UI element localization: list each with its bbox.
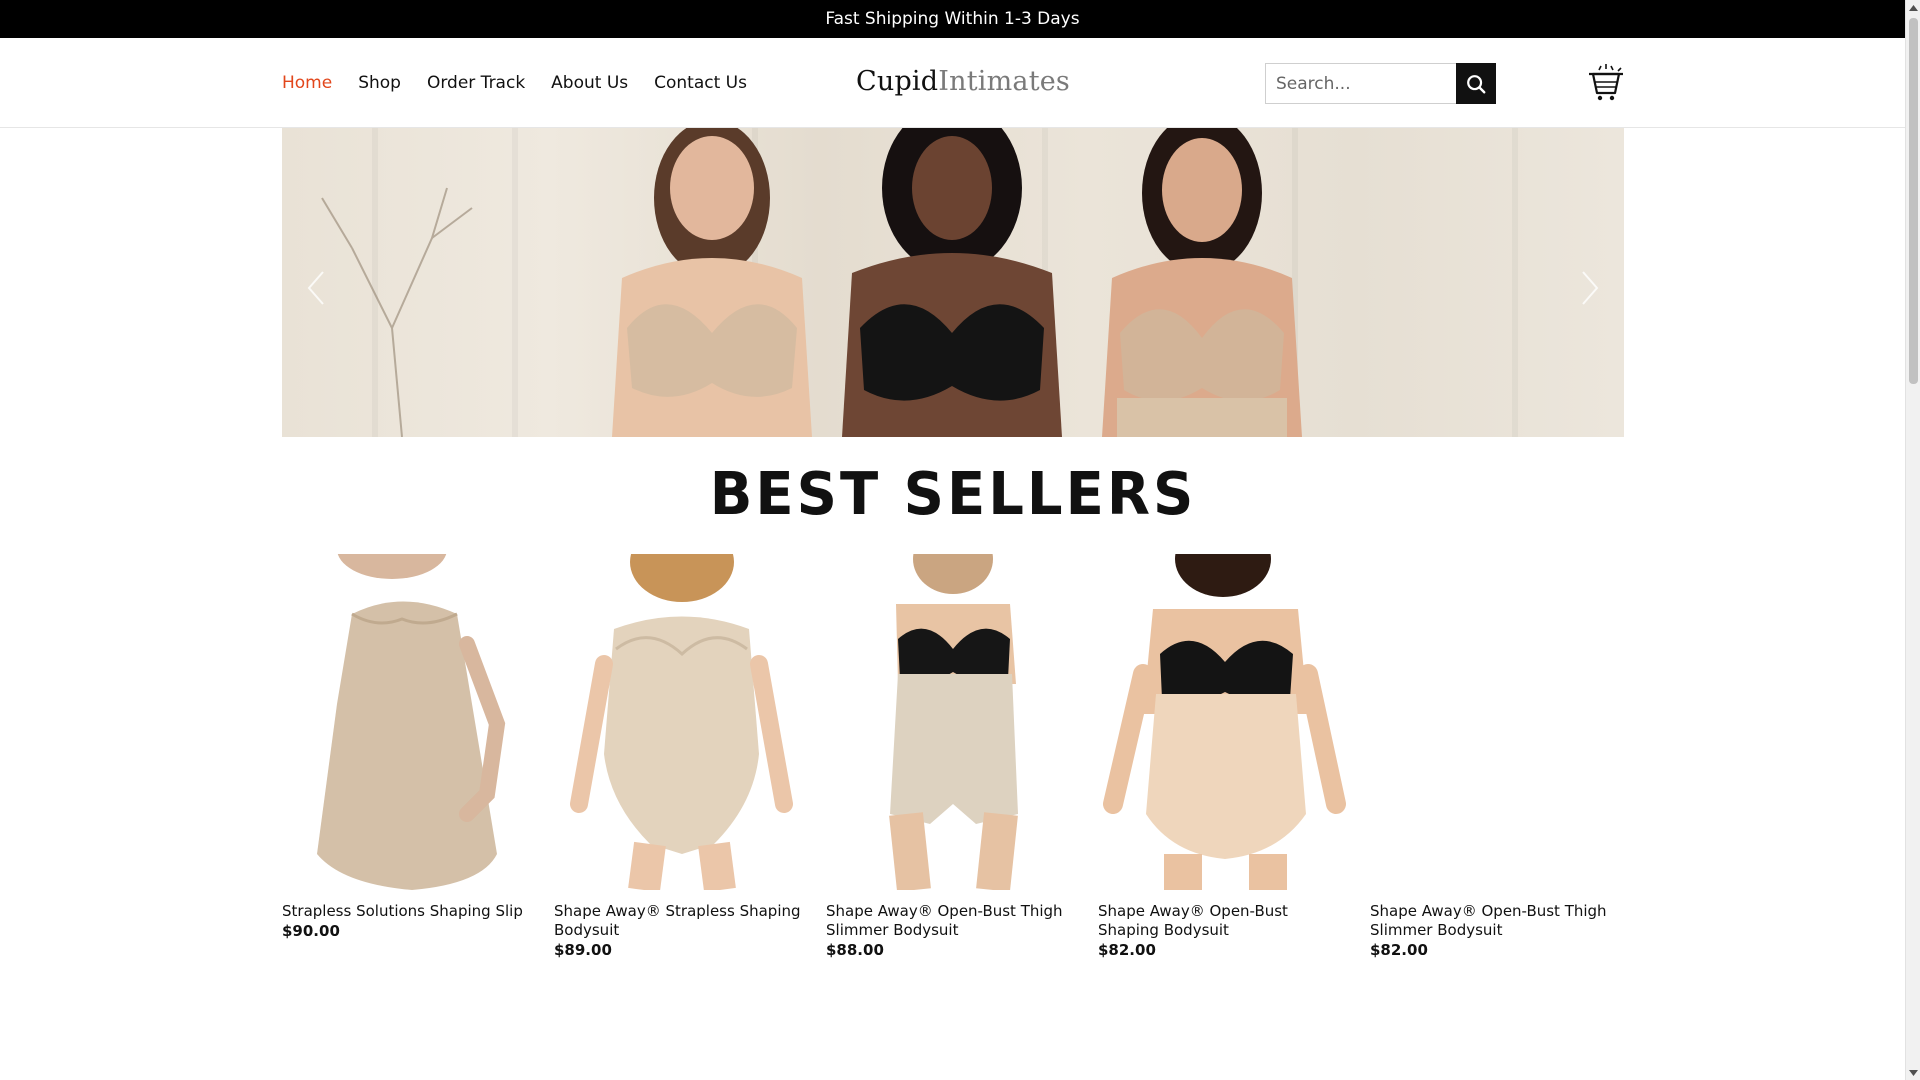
- search-input[interactable]: [1265, 63, 1456, 104]
- site-header: Home Shop Order Track About Us Contact U…: [0, 38, 1905, 128]
- product-price: $82.00: [1370, 941, 1428, 959]
- product-image[interactable]: [826, 554, 1080, 890]
- hero-image: [321, 128, 1302, 437]
- nav-shop[interactable]: Shop: [358, 73, 401, 93]
- cart-button[interactable]: [1588, 62, 1624, 102]
- search-icon: [1467, 74, 1486, 93]
- product-image[interactable]: [1098, 554, 1352, 890]
- search-button[interactable]: [1456, 63, 1496, 104]
- product-image[interactable]: [554, 554, 808, 890]
- logo-text-primary: Cupid: [856, 66, 939, 97]
- scroll-down-arrow[interactable]: [1906, 1065, 1920, 1080]
- nav-home[interactable]: Home: [282, 73, 332, 93]
- nav-order-track[interactable]: Order Track: [427, 73, 525, 93]
- page: Fast Shipping Within 1-3 Days Home Shop …: [0, 0, 1920, 1080]
- product-price: $88.00: [826, 941, 884, 959]
- product-name[interactable]: Shape Away® Open-Bust Thigh Slimmer Body…: [1370, 902, 1624, 940]
- product-card[interactable]: Shape Away® Open-Bust Shaping Bodysuit $…: [1098, 554, 1352, 959]
- nav-contact-us[interactable]: Contact Us: [654, 73, 747, 93]
- main-nav: Home Shop Order Track About Us Contact U…: [282, 38, 747, 128]
- product-name[interactable]: Shape Away® Strapless Shaping Bodysuit: [554, 902, 808, 940]
- hero-next-arrow[interactable]: [1570, 258, 1610, 318]
- product-image[interactable]: [282, 554, 536, 890]
- announcement-bar: Fast Shipping Within 1-3 Days: [0, 0, 1905, 38]
- nav-about-us[interactable]: About Us: [551, 73, 628, 93]
- site-logo[interactable]: Cupid Intimates: [856, 66, 1070, 102]
- product-price: $90.00: [282, 922, 340, 940]
- product-image[interactable]: [1370, 554, 1624, 890]
- announcement-text: Fast Shipping Within 1-3 Days: [825, 9, 1080, 29]
- caret-down-icon: [1909, 1069, 1918, 1076]
- product-name[interactable]: Shape Away® Open-Bust Shaping Bodysuit: [1098, 902, 1352, 940]
- hero-prev-arrow[interactable]: [296, 258, 336, 318]
- product-card[interactable]: Shape Away® Strapless Shaping Bodysuit $…: [554, 554, 808, 959]
- cart-icon: [1589, 64, 1623, 101]
- section-title: BEST SELLERS: [709, 460, 1197, 529]
- product-price: $82.00: [1098, 941, 1156, 959]
- product-card[interactable]: Shape Away® Open-Bust Thigh Slimmer Body…: [826, 554, 1080, 959]
- page-scrollbar[interactable]: [1905, 0, 1920, 1080]
- product-grid: Strapless Solutions Shaping Slip $90.00 …: [282, 554, 1624, 974]
- logo-text-secondary: Intimates: [938, 66, 1070, 97]
- chevron-right-icon: [1582, 271, 1599, 305]
- caret-up-icon: [1909, 4, 1918, 11]
- chevron-left-icon: [307, 271, 324, 305]
- scroll-thumb[interactable]: [1909, 18, 1918, 384]
- product-name[interactable]: Strapless Solutions Shaping Slip: [282, 902, 536, 921]
- product-name[interactable]: Shape Away® Open-Bust Thigh Slimmer Body…: [826, 902, 1080, 940]
- product-card[interactable]: Shape Away® Open-Bust Thigh Slimmer Body…: [1370, 554, 1624, 959]
- product-price: $89.00: [554, 941, 612, 959]
- scroll-up-arrow[interactable]: [1906, 0, 1920, 15]
- product-card[interactable]: Strapless Solutions Shaping Slip $90.00: [282, 554, 536, 940]
- hero-banner[interactable]: [282, 128, 1624, 437]
- search-form: [1265, 63, 1496, 104]
